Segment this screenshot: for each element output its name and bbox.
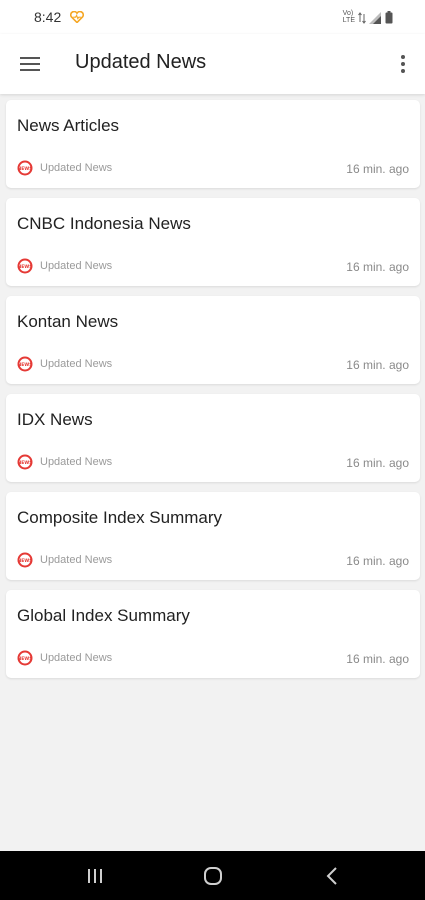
article-time: 16 min. ago bbox=[346, 260, 409, 274]
article-source: Updated News bbox=[40, 652, 113, 664]
svg-text:NEWS: NEWS bbox=[17, 460, 32, 466]
article-title: Kontan News bbox=[17, 312, 119, 331]
svg-text:NEWS: NEWS bbox=[17, 558, 32, 564]
article-meta: NEWS Updated News bbox=[17, 552, 112, 568]
article-source: Updated News bbox=[40, 554, 113, 566]
svg-text:NEWS: NEWS bbox=[17, 362, 32, 368]
news-source-logo-icon: NEWS bbox=[17, 650, 33, 666]
article-source: Updated News bbox=[40, 358, 113, 370]
article-list: News Articles NEWS Updated News 16 min. … bbox=[6, 100, 420, 688]
article-time: 16 min. ago bbox=[346, 358, 409, 372]
volte-label-top: Vo) bbox=[342, 10, 354, 17]
news-source-logo-icon: NEWS bbox=[17, 454, 33, 470]
article-title: Composite Index Summary bbox=[17, 508, 223, 527]
heart-icon bbox=[70, 11, 84, 23]
news-source-logo-icon: NEWS bbox=[17, 160, 33, 176]
article-title: Global Index Summary bbox=[17, 606, 190, 625]
more-vert-icon[interactable] bbox=[393, 51, 413, 77]
article-title: News Articles bbox=[17, 116, 120, 135]
status-time: 8:42 bbox=[34, 9, 62, 25]
article-card-news-articles[interactable]: News Articles NEWS Updated News 16 min. … bbox=[6, 100, 420, 188]
article-meta: NEWS Updated News bbox=[17, 160, 112, 176]
article-card-global-index-summary[interactable]: Global Index Summary NEWS Updated News 1… bbox=[6, 590, 420, 678]
article-meta: NEWS Updated News bbox=[17, 454, 112, 470]
battery-icon bbox=[385, 11, 393, 24]
back-icon[interactable] bbox=[321, 865, 345, 887]
article-time: 16 min. ago bbox=[346, 652, 409, 666]
article-card-kontan-news[interactable]: Kontan News NEWS Updated News 16 min. ag… bbox=[6, 296, 420, 384]
article-card-composite-index-summary[interactable]: Composite Index Summary NEWS Updated New… bbox=[6, 492, 420, 580]
page-title: Updated News bbox=[75, 51, 207, 73]
article-meta: NEWS Updated News bbox=[17, 258, 112, 274]
svg-text:NEWS: NEWS bbox=[17, 166, 32, 172]
article-card-cnbc-indonesia-news[interactable]: CNBC Indonesia News NEWS Updated News 16… bbox=[6, 198, 420, 286]
article-time: 16 min. ago bbox=[346, 162, 409, 176]
svg-text:NEWS: NEWS bbox=[17, 264, 32, 270]
article-title: IDX News bbox=[17, 410, 93, 429]
status-icons: Vo) LTE bbox=[343, 8, 393, 24]
article-source: Updated News bbox=[40, 260, 113, 272]
hamburger-menu-icon[interactable] bbox=[16, 51, 44, 77]
news-source-logo-icon: NEWS bbox=[17, 258, 33, 274]
system-nav-bar bbox=[0, 851, 425, 900]
volte-indicator: Vo) LTE bbox=[343, 10, 355, 24]
home-icon[interactable] bbox=[201, 865, 225, 887]
data-arrows-icon bbox=[358, 12, 366, 24]
news-source-logo-icon: NEWS bbox=[17, 552, 33, 568]
article-time: 16 min. ago bbox=[346, 554, 409, 568]
status-bar: 8:42 Vo) LTE bbox=[0, 0, 425, 34]
app-bar: Updated News bbox=[0, 34, 425, 94]
volte-label-bottom: LTE bbox=[342, 17, 355, 24]
article-source: Updated News bbox=[40, 456, 113, 468]
article-meta: NEWS Updated News bbox=[17, 650, 112, 666]
svg-text:NEWS: NEWS bbox=[17, 656, 32, 662]
article-time: 16 min. ago bbox=[346, 456, 409, 470]
article-meta: NEWS Updated News bbox=[17, 356, 112, 372]
article-card-idx-news[interactable]: IDX News NEWS Updated News 16 min. ago bbox=[6, 394, 420, 482]
recents-icon[interactable] bbox=[83, 865, 107, 887]
article-title: CNBC Indonesia News bbox=[17, 214, 191, 233]
screen: 8:42 Vo) LTE Updated News News Articles … bbox=[0, 0, 425, 900]
news-source-logo-icon: NEWS bbox=[17, 356, 33, 372]
signal-icon bbox=[369, 12, 381, 24]
article-source: Updated News bbox=[40, 162, 113, 174]
